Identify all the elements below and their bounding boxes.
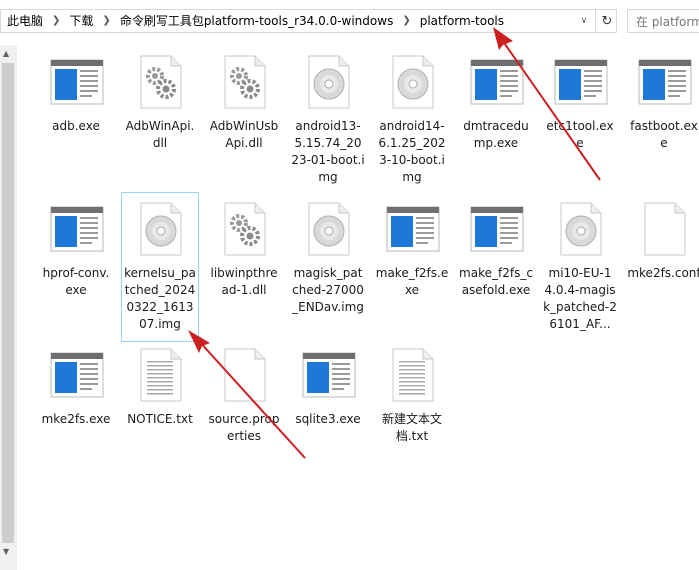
chevron-right-icon[interactable]: ❯ xyxy=(45,10,67,32)
file-item[interactable]: android13-5.15.74_2023-01-boot.img xyxy=(289,45,367,195)
scroll-down-icon[interactable]: ▼ xyxy=(3,547,9,556)
text-file-icon xyxy=(133,347,189,403)
file-item[interactable]: mke2fs.exe xyxy=(37,338,115,488)
refresh-icon[interactable]: ↻ xyxy=(595,10,618,32)
file-name: 新建文本文档.txt xyxy=(381,412,442,443)
file-item[interactable]: android14-6.1.25_2023-10-boot.img xyxy=(373,45,451,195)
file-item[interactable]: 新建文本文档.txt xyxy=(373,338,451,488)
file-item[interactable]: AdbWinUsbApi.dll xyxy=(205,45,283,195)
file-name: adb.exe xyxy=(52,119,100,133)
file-item[interactable]: mi10-EU-14.0.4-magisk_patched-26101_AF..… xyxy=(541,192,619,342)
file-name: android13-5.15.74_2023-01-boot.img xyxy=(291,119,365,184)
file-name: NOTICE.txt xyxy=(127,412,193,426)
file-item[interactable]: hprof-conv.exe xyxy=(37,192,115,342)
file-item[interactable]: NOTICE.txt xyxy=(121,338,199,488)
address-bar[interactable]: 此电脑 ❯ 下载 ❯ 命令刷写工具包platform-tools_r34.0.0… xyxy=(0,9,617,33)
vertical-scrollbar[interactable]: ▲ ▼ xyxy=(0,45,17,570)
scroll-thumb[interactable] xyxy=(2,63,14,543)
breadcrumb: 此电脑 ❯ 下载 ❯ 命令刷写工具包platform-tools_r34.0.0… xyxy=(5,10,506,32)
file-item[interactable]: source.properties xyxy=(205,338,283,488)
file-item[interactable]: magisk_patched-27000_ENDav.img xyxy=(289,192,367,342)
file-item[interactable]: fastboot.exe xyxy=(625,45,699,195)
file-item[interactable]: dmtracedump.exe xyxy=(457,45,535,195)
breadcrumb-platform-tools[interactable]: platform-tools xyxy=(418,10,506,32)
chevron-right-icon[interactable]: ❯ xyxy=(395,10,417,32)
exe-window-icon xyxy=(385,201,441,257)
disc-image-icon xyxy=(301,54,357,110)
file-name: dmtracedump.exe xyxy=(463,119,529,150)
exe-window-icon xyxy=(49,54,105,110)
disc-image-icon xyxy=(385,54,441,110)
dll-gear-icon xyxy=(133,54,189,110)
exe-window-icon xyxy=(469,201,525,257)
file-name: source.properties xyxy=(208,412,280,443)
blank-file-icon xyxy=(217,347,273,403)
file-item[interactable]: make_f2fs.exe xyxy=(373,192,451,342)
file-name: magisk_patched-27000_ENDav.img xyxy=(292,266,364,314)
breadcrumb-toolkit-folder[interactable]: 命令刷写工具包platform-tools_r34.0.0-windows xyxy=(118,10,396,32)
file-name: AdbWinApi.dll xyxy=(125,119,195,150)
disc-image-icon xyxy=(133,201,189,257)
file-name: make_f2fs.exe xyxy=(375,266,449,297)
exe-window-icon xyxy=(49,201,105,257)
file-name: mke2fs.exe xyxy=(41,412,111,426)
chevron-right-icon[interactable]: ❯ xyxy=(95,10,117,32)
file-name: etc1tool.exe xyxy=(546,119,614,150)
exe-window-icon xyxy=(637,54,693,110)
file-name: kernelsu_patched_20240322_161307.img xyxy=(124,266,196,331)
chevron-down-icon[interactable]: ∨ xyxy=(575,10,593,32)
breadcrumb-this-pc[interactable]: 此电脑 xyxy=(5,10,45,32)
exe-window-icon xyxy=(469,54,525,110)
file-item[interactable]: make_f2fs_casefold.exe xyxy=(457,192,535,342)
search-placeholder: 在 platform xyxy=(636,14,699,29)
file-name: mi10-EU-14.0.4-magisk_patched-26101_AF..… xyxy=(543,266,617,331)
file-item[interactable]: libwinpthread-1.dll xyxy=(205,192,283,342)
disc-image-icon xyxy=(301,201,357,257)
text-file-icon xyxy=(385,347,441,403)
file-name: mke2fs.conf xyxy=(627,266,699,280)
disc-image-icon xyxy=(553,201,609,257)
exe-window-icon xyxy=(301,347,357,403)
scroll-up-icon[interactable]: ▲ xyxy=(3,49,9,58)
dll-gear-icon xyxy=(217,54,273,110)
file-item[interactable]: adb.exe xyxy=(37,45,115,195)
exe-window-icon xyxy=(49,347,105,403)
file-item[interactable]: mke2fs.conf xyxy=(625,192,699,342)
file-name: android14-6.1.25_2023-10-boot.img xyxy=(378,119,446,184)
file-name: AdbWinUsbApi.dll xyxy=(209,119,279,150)
file-name: hprof-conv.exe xyxy=(42,266,110,297)
file-name: sqlite3.exe xyxy=(295,412,361,426)
file-item[interactable]: etc1tool.exe xyxy=(541,45,619,195)
file-item[interactable]: AdbWinApi.dll xyxy=(121,45,199,195)
file-name: make_f2fs_casefold.exe xyxy=(459,266,533,297)
file-name: libwinpthread-1.dll xyxy=(210,266,278,297)
search-input[interactable]: 在 platform xyxy=(627,9,699,33)
file-item[interactable]: sqlite3.exe xyxy=(289,338,367,488)
blank-file-icon xyxy=(637,201,693,257)
dll-gear-icon xyxy=(217,201,273,257)
file-name: fastboot.exe xyxy=(630,119,698,150)
exe-window-icon xyxy=(553,54,609,110)
breadcrumb-downloads[interactable]: 下载 xyxy=(67,10,95,32)
file-item[interactable]: kernelsu_patched_20240322_161307.img xyxy=(121,192,199,342)
